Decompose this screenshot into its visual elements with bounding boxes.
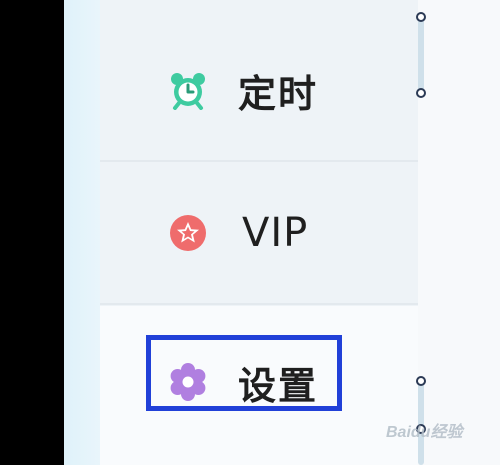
menu-divider: [100, 160, 418, 162]
app-screen: 定时 VIP 设置 Baidu经验: [0, 0, 500, 465]
menu-item-label: VIP: [242, 210, 309, 256]
left-background-strip: [64, 0, 100, 465]
scrollbar-handle-top[interactable]: [416, 376, 426, 386]
highlight-box: [146, 335, 342, 411]
menu-item-vip[interactable]: VIP: [100, 163, 418, 303]
right-edge-background: [418, 0, 500, 465]
scrollbar-handle-top[interactable]: [416, 12, 426, 22]
scrollbar-track[interactable]: [418, 18, 424, 94]
alarm-clock-icon: [171, 73, 205, 110]
menu-item-timer[interactable]: 定时: [100, 20, 418, 160]
watermark: Baidu经验: [386, 424, 463, 441]
scrollbar-handle-bottom[interactable]: [416, 88, 426, 98]
menu-divider: [100, 303, 418, 305]
left-edge: [0, 0, 64, 465]
menu-item-label: 定时: [238, 71, 319, 116]
star-badge-icon: [170, 215, 206, 251]
